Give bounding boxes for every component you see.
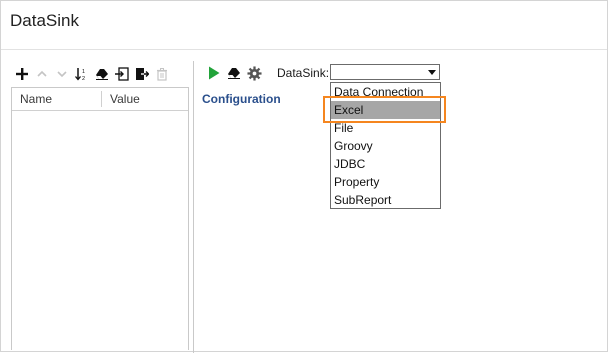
dropdown-option-excel[interactable]: Excel xyxy=(331,101,440,119)
gear-icon[interactable] xyxy=(244,64,264,82)
column-header-value[interactable]: Value xyxy=(110,88,140,110)
left-toolbar: 12 xyxy=(12,65,172,83)
properties-table-header: Name Value xyxy=(12,88,188,111)
datasink-window: DataSink 12 Name Value DataSink: Configu… xyxy=(0,0,608,353)
column-divider[interactable] xyxy=(101,91,102,107)
eraser-icon[interactable] xyxy=(224,64,244,82)
datasink-dropdown-list: Data Connection Excel File Groovy JDBC P… xyxy=(330,82,441,209)
dropdown-option-data-connection[interactable]: Data Connection xyxy=(331,83,440,101)
configuration-heading: Configuration xyxy=(202,92,281,106)
eraser-icon[interactable] xyxy=(92,65,112,83)
plus-icon[interactable] xyxy=(12,65,32,83)
datasink-select[interactable] xyxy=(330,64,440,80)
svg-text:1: 1 xyxy=(82,69,85,75)
chevron-down-icon[interactable] xyxy=(428,70,436,75)
title-divider xyxy=(1,49,607,50)
svg-text:2: 2 xyxy=(82,76,85,81)
trash-icon[interactable] xyxy=(152,65,172,83)
dropdown-option-groovy[interactable]: Groovy xyxy=(331,137,440,155)
play-icon[interactable] xyxy=(204,64,224,82)
export-icon[interactable] xyxy=(132,65,152,83)
window-title: DataSink xyxy=(10,11,79,30)
sort-icon[interactable]: 12 xyxy=(72,65,92,83)
dropdown-option-jdbc[interactable]: JDBC xyxy=(331,155,440,173)
arrow-down-icon[interactable] xyxy=(52,65,72,83)
arrow-up-icon[interactable] xyxy=(32,65,52,83)
right-toolbar xyxy=(204,64,264,82)
column-header-name[interactable]: Name xyxy=(20,88,52,110)
panel-splitter[interactable] xyxy=(193,61,194,353)
dropdown-option-subreport[interactable]: SubReport xyxy=(331,191,440,209)
properties-table[interactable]: Name Value xyxy=(11,87,189,350)
dropdown-option-property[interactable]: Property xyxy=(331,173,440,191)
datasink-label: DataSink: xyxy=(277,66,330,80)
import-icon[interactable] xyxy=(112,65,132,83)
dropdown-option-file[interactable]: File xyxy=(331,119,440,137)
